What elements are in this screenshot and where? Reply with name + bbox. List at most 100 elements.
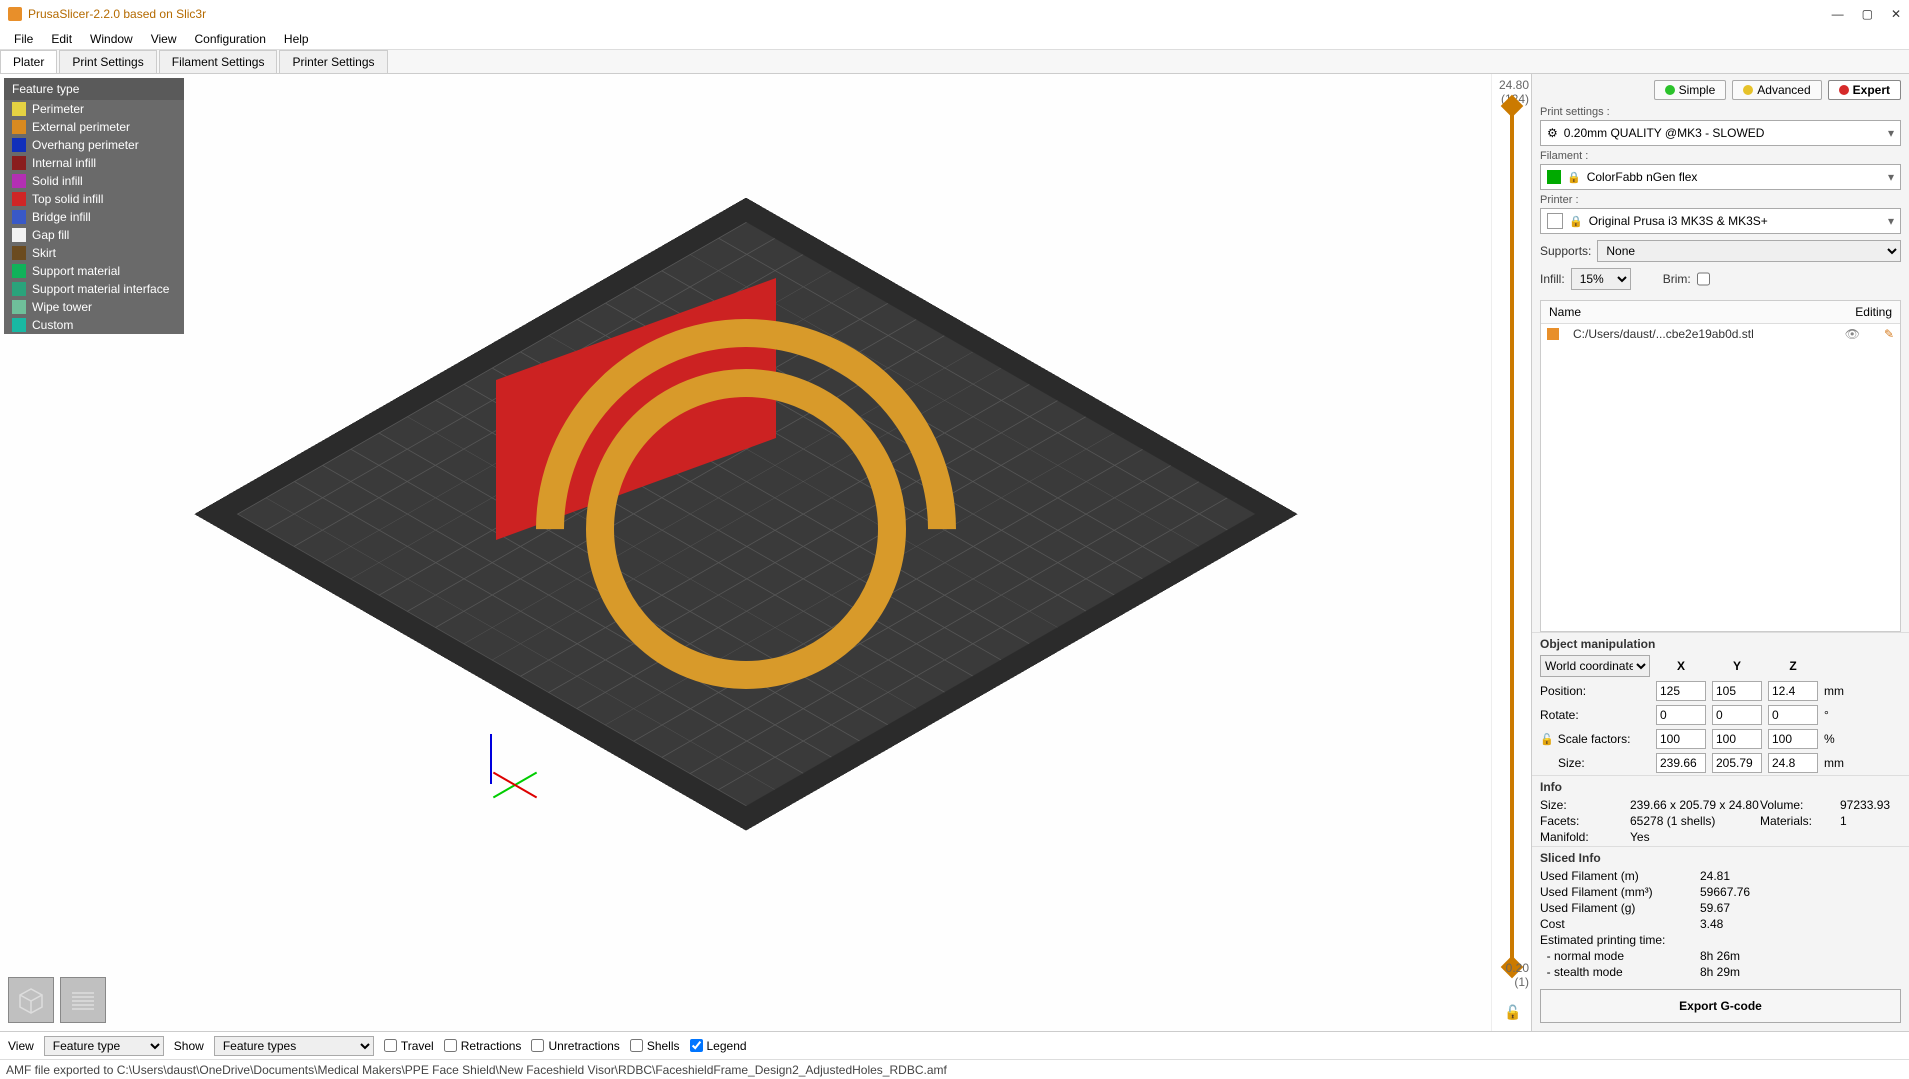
info-manifold-label: Manifold: — [1540, 830, 1630, 844]
lock-icon: 🔒 — [1569, 215, 1583, 228]
legend-item-label: Gap fill — [32, 228, 69, 242]
size-z-input[interactable] — [1768, 753, 1818, 773]
retractions-label: Retractions — [461, 1039, 522, 1053]
shells-checkbox[interactable] — [630, 1039, 643, 1052]
mode-expert-button[interactable]: Expert — [1828, 80, 1901, 100]
supports-dropdown[interactable]: None — [1597, 240, 1901, 262]
brim-label: Brim: — [1663, 272, 1691, 286]
legend-swatch — [12, 228, 26, 242]
info-facets-label: Facets: — [1540, 814, 1630, 828]
window-minimize-button[interactable]: — — [1832, 7, 1844, 21]
scale-z-input[interactable] — [1768, 729, 1818, 749]
legend-item-label: Wipe tower — [32, 300, 92, 314]
status-bar: AMF file exported to C:\Users\daust\OneD… — [0, 1059, 1909, 1079]
object-row[interactable]: C:/Users/daust/...cbe2e19ab0d.stl 👁 ✎ — [1541, 324, 1900, 344]
window-maximize-button[interactable]: ▢ — [1862, 7, 1873, 21]
tabbar: Plater Print Settings Filament Settings … — [0, 50, 1909, 74]
retractions-checkbox[interactable] — [444, 1039, 457, 1052]
legend-item: Top solid infill — [4, 190, 184, 208]
view-dropdown[interactable]: Feature type — [44, 1036, 164, 1056]
bottom-toolbar: View Feature type Show Feature types Tra… — [0, 1031, 1909, 1059]
tab-printer-settings[interactable]: Printer Settings — [279, 50, 387, 73]
tab-filament-settings[interactable]: Filament Settings — [159, 50, 278, 73]
window-close-button[interactable]: ✕ — [1891, 7, 1901, 21]
legend-item: Support material interface — [4, 280, 184, 298]
menu-edit[interactable]: Edit — [43, 30, 80, 48]
unretractions-label: Unretractions — [548, 1039, 619, 1053]
position-x-input[interactable] — [1656, 681, 1706, 701]
layer-slider[interactable]: 24.80 (124) 0.20 (1) 🔓 — [1491, 74, 1531, 1031]
menu-file[interactable]: File — [6, 30, 41, 48]
time-label: Estimated printing time: — [1540, 933, 1800, 947]
unretractions-checkbox[interactable] — [531, 1039, 544, 1052]
scale-y-input[interactable] — [1712, 729, 1762, 749]
legend-swatch — [12, 174, 26, 188]
legend-swatch — [12, 120, 26, 134]
menubar: File Edit Window View Configuration Help — [0, 28, 1909, 50]
size-y-input[interactable] — [1712, 753, 1762, 773]
menu-window[interactable]: Window — [82, 30, 141, 48]
manipulation-header: Object manipulation — [1540, 637, 1901, 651]
object-list: Name Editing C:/Users/daust/...cbe2e19ab… — [1540, 300, 1901, 632]
brim-checkbox[interactable] — [1697, 268, 1710, 290]
legend-swatch — [12, 210, 26, 224]
cost-label: Cost — [1540, 917, 1700, 931]
position-y-input[interactable] — [1712, 681, 1762, 701]
legend-item-label: Solid infill — [32, 174, 83, 188]
rotate-x-input[interactable] — [1656, 705, 1706, 725]
show-dropdown[interactable]: Feature types — [214, 1036, 374, 1056]
infill-dropdown[interactable]: 15% — [1571, 268, 1631, 290]
view-layers-button[interactable] — [60, 977, 106, 1023]
tab-plater[interactable]: Plater — [0, 50, 57, 73]
print-settings-dropdown[interactable]: ⚙ 0.20mm QUALITY @MK3 - SLOWED ▾ — [1540, 120, 1901, 146]
legend-item-label: Support material interface — [32, 282, 169, 296]
edit-icon[interactable]: ✎ — [1884, 327, 1894, 341]
lock-icon[interactable]: 🔓 — [1540, 733, 1554, 746]
slider-lock-icon[interactable]: 🔓 — [1504, 1004, 1521, 1021]
rotate-label: Rotate: — [1540, 708, 1650, 722]
print-settings-value: 0.20mm QUALITY @MK3 - SLOWED — [1564, 126, 1765, 140]
position-z-input[interactable] — [1768, 681, 1818, 701]
printer-dropdown[interactable]: 🔒 Original Prusa i3 MK3S & MK3S+ ▾ — [1540, 208, 1901, 234]
filament-m-label: Used Filament (m) — [1540, 869, 1700, 883]
coord-dropdown[interactable]: World coordinates — [1540, 655, 1650, 677]
objlist-col-editing[interactable]: Editing — [1847, 301, 1900, 323]
legend-item-label: Top solid infill — [32, 192, 103, 206]
rotate-z-input[interactable] — [1768, 705, 1818, 725]
filament-mm3-value: 59667.76 — [1700, 885, 1800, 899]
axis-z-label: Z — [1768, 659, 1818, 673]
chevron-down-icon: ▾ — [1888, 126, 1894, 140]
menu-help[interactable]: Help — [276, 30, 317, 48]
visibility-icon[interactable]: 👁 — [1845, 327, 1860, 341]
legend-checkbox[interactable] — [690, 1039, 703, 1052]
menu-configuration[interactable]: Configuration — [187, 30, 274, 48]
rotate-y-input[interactable] — [1712, 705, 1762, 725]
view-iso-button[interactable] — [8, 977, 54, 1023]
export-gcode-button[interactable]: Export G-code — [1540, 989, 1901, 1023]
plater-viewport[interactable]: Feature type PerimeterExternal perimeter… — [0, 74, 1491, 1031]
legend-item: Custom — [4, 316, 184, 334]
filament-g-value: 59.67 — [1700, 901, 1800, 915]
legend-swatch — [12, 282, 26, 296]
printer-value: Original Prusa i3 MK3S & MK3S+ — [1589, 214, 1768, 228]
info-size-label: Size: — [1540, 798, 1630, 812]
size-x-input[interactable] — [1656, 753, 1706, 773]
lock-icon: 🔒 — [1567, 171, 1581, 184]
objlist-col-name[interactable]: Name — [1541, 301, 1847, 323]
filament-dropdown[interactable]: 🔒 ColorFabb nGen flex ▾ — [1540, 164, 1901, 190]
scale-label: Scale factors: — [1558, 732, 1631, 746]
legend-swatch — [12, 156, 26, 170]
menu-view[interactable]: View — [143, 30, 185, 48]
shells-label: Shells — [647, 1039, 680, 1053]
info-volume-value: 97233.93 — [1840, 798, 1900, 812]
mode-simple-button[interactable]: Simple — [1654, 80, 1727, 100]
tab-print-settings[interactable]: Print Settings — [59, 50, 156, 73]
scale-x-input[interactable] — [1656, 729, 1706, 749]
slider-track[interactable] — [1510, 102, 1514, 971]
travel-checkbox[interactable] — [384, 1039, 397, 1052]
mode-advanced-button[interactable]: Advanced — [1732, 80, 1821, 100]
time-normal-value: 8h 26m — [1700, 949, 1800, 963]
side-panel: Simple Advanced Expert Print settings : … — [1531, 74, 1909, 1031]
slider-max-value: 24.80 — [1499, 78, 1529, 92]
legend-item-label: Support material — [32, 264, 120, 278]
